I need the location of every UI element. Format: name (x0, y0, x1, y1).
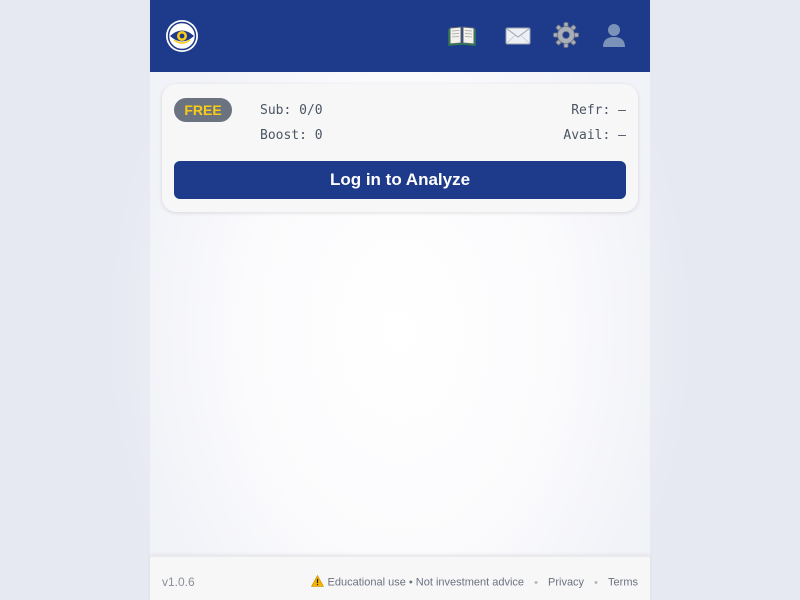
boost-stat: Boost: 0 (260, 128, 323, 143)
app-container: FREE Sub: 0/0 Boost: 0 Refr: — Avail: — … (150, 0, 650, 600)
privacy-link[interactable]: Privacy (548, 577, 584, 589)
disclaimer-text: Educational use • Not investment advice (327, 576, 525, 589)
warning-icon (311, 574, 327, 589)
plan-badge: FREE (174, 98, 232, 122)
terms-link[interactable]: Terms (608, 577, 638, 589)
footer-separator: • (534, 576, 538, 589)
user-icon[interactable] (599, 20, 629, 50)
subscription-stat: Sub: 0/0 (260, 103, 323, 118)
refresh-stat: Refr: — (571, 103, 626, 118)
available-stat: Avail: — (563, 128, 626, 143)
mail-icon[interactable] (503, 20, 533, 50)
footer-separator: • (594, 576, 598, 589)
book-icon[interactable] (447, 20, 477, 50)
gear-icon[interactable] (551, 20, 581, 50)
footer-bar: v1.0.6 Educational use • Not investment … (150, 555, 650, 600)
header-bar (150, 0, 650, 72)
eye-logo-icon[interactable] (165, 19, 199, 53)
status-card: FREE Sub: 0/0 Boost: 0 Refr: — Avail: — … (162, 84, 638, 212)
version-label: v1.0.6 (162, 575, 195, 589)
login-analyze-button[interactable]: Log in to Analyze (174, 161, 626, 199)
footer-links: Educational use • Not investment advice … (311, 574, 638, 590)
